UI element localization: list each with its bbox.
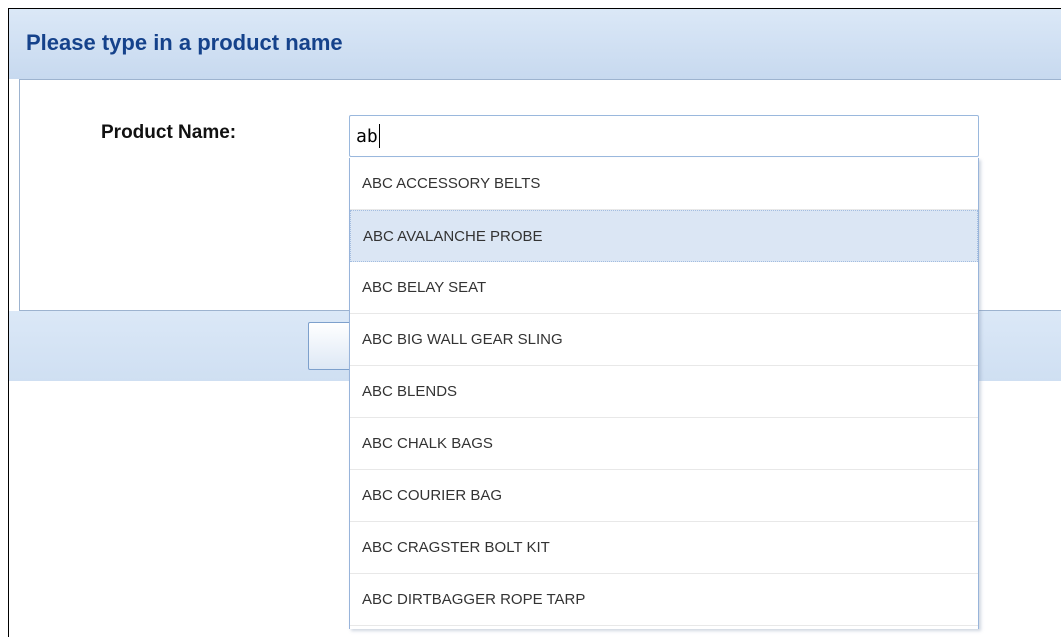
- autocomplete-item[interactable]: ABC BELAY SEAT: [350, 262, 978, 314]
- autocomplete-item[interactable]: ABC CRAGSTER BOLT KIT: [350, 522, 978, 574]
- dialog-header: Please type in a product name: [9, 9, 1061, 79]
- autocomplete-item-label: ABC DIRTBAGGER ROPE TARP: [362, 591, 586, 608]
- autocomplete-item[interactable]: ABC ACCESSORY BELTS: [350, 158, 978, 210]
- autocomplete-item-label: ABC AVALANCHE PROBE: [363, 227, 543, 245]
- autocomplete-dropdown: ABC ACCESSORY BELTS ABC AVALANCHE PROBE …: [349, 158, 979, 629]
- autocomplete-item-label: ABC BELAY SEAT: [362, 279, 487, 296]
- product-name-label: Product Name:: [101, 122, 237, 143]
- autocomplete-item[interactable]: ABC CHALK BAGS: [350, 418, 978, 470]
- dialog-title: Please type in a product name: [26, 30, 343, 55]
- autocomplete-item[interactable]: ABC COURIER BAG: [350, 470, 978, 522]
- autocomplete-item[interactable]: ABC DIRTBAGGER ROPE TARP: [350, 574, 978, 626]
- autocomplete-item[interactable]: ABC BIG WALL GEAR SLING: [350, 314, 978, 366]
- product-name-input[interactable]: ab: [349, 115, 979, 157]
- product-name-input-value: ab: [356, 125, 378, 147]
- autocomplete-item[interactable]: ABC BLENDS: [350, 366, 978, 418]
- autocomplete-item-selected[interactable]: ABC AVALANCHE PROBE: [350, 210, 978, 262]
- autocomplete-item-label: ABC BLENDS: [362, 383, 458, 400]
- autocomplete-item-label: ABC COURIER BAG: [362, 487, 503, 504]
- autocomplete-item-label: ABC CRAGSTER BOLT KIT: [362, 539, 550, 556]
- text-caret: [378, 124, 380, 148]
- autocomplete-item-label: ABC ACCESSORY BELTS: [362, 175, 541, 192]
- autocomplete-item-label: ABC CHALK BAGS: [362, 435, 493, 452]
- autocomplete-item-label: ABC BIG WALL GEAR SLING: [362, 331, 563, 348]
